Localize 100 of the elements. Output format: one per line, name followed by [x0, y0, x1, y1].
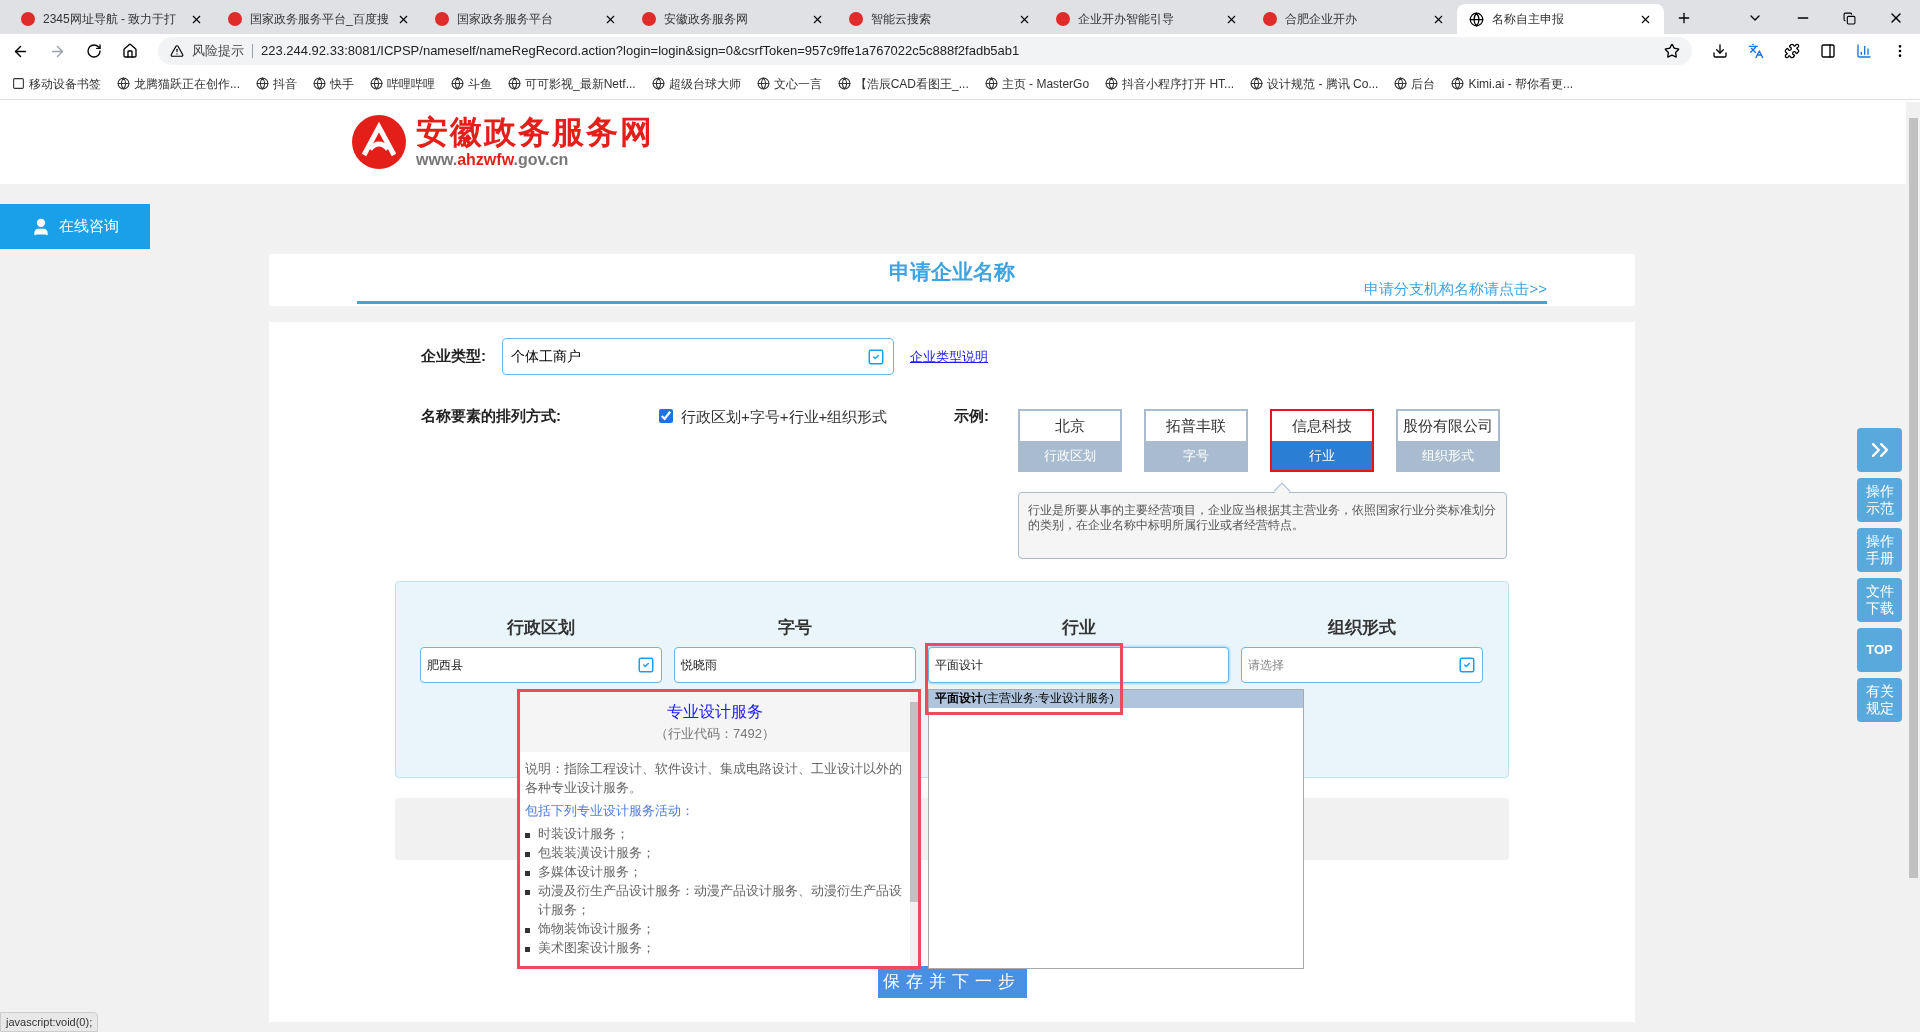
- scrollbar[interactable]: [910, 692, 918, 966]
- bookmark-item[interactable]: 后台: [1394, 74, 1436, 93]
- name-part-field[interactable]: 悦晓雨: [674, 646, 916, 683]
- picker-icon[interactable]: [1458, 655, 1476, 674]
- tooltip: 行业是所要从事的主要经营项目，企业应当根据其主营业务，依照国家行业分类标准划分的类别，在企业名称中标明所属行业或者经营特点。: [1018, 492, 1507, 559]
- device-icon: [12, 77, 25, 90]
- browser-tab[interactable]: 合肥企业开办: [1250, 4, 1457, 34]
- globe-icon: [1451, 77, 1465, 90]
- bookmark-item[interactable]: 移动设备书签: [12, 74, 101, 93]
- page-title: 申请企业名称: [889, 259, 1015, 285]
- bookmark-item[interactable]: 哔哩哔哩: [370, 74, 435, 93]
- site-icon: [227, 11, 242, 27]
- arrangement-checkbox[interactable]: [659, 409, 673, 423]
- tab-title: 国家政务服务平台_百度搜: [250, 11, 389, 28]
- tab-title: 智能云搜索: [871, 11, 932, 28]
- site-icon: [434, 11, 449, 27]
- bookmark-item[interactable]: 抖音小程序打开 HT...: [1105, 74, 1235, 93]
- bookmark-item[interactable]: 龙腾猫跃正在创作...: [117, 74, 240, 93]
- reload-icon[interactable]: [86, 43, 102, 59]
- bookmark-item[interactable]: 超级台球大师: [651, 74, 741, 93]
- browser-tab[interactable]: 智能云搜索: [836, 4, 1043, 34]
- bookmark-item[interactable]: 主页 - MasterGo: [984, 74, 1090, 93]
- bookmark-item[interactable]: 可可影视_最新Netf...: [508, 74, 636, 93]
- site-icon: [1262, 11, 1277, 27]
- suggestion-item[interactable]: 平面设计(主营业务:专业设计服务): [929, 690, 1303, 708]
- industry-activity: 包装装潢设计服务；: [538, 844, 655, 862]
- globe-icon: [1394, 77, 1408, 90]
- logo-icon: [350, 113, 408, 171]
- globe-icon: [837, 77, 851, 90]
- industry-activity: 美术图案设计服务；: [538, 939, 655, 957]
- browser-tab[interactable]: 企业开办智能引导: [1043, 4, 1250, 34]
- site-icon: [20, 11, 35, 27]
- column-heading: 行业: [1061, 617, 1096, 639]
- globe-icon: [313, 77, 326, 90]
- tab-title: 安徽政务服务网: [664, 11, 749, 28]
- tab-title: 2345网址导航 - 致力于打: [43, 11, 178, 28]
- industry-title: 专业设计服务: [667, 702, 763, 722]
- includes-heading: 包括下列专业设计服务活动：: [525, 802, 695, 820]
- globe-icon: [117, 77, 130, 90]
- site-domain: www.ahzwfw.gov.cn: [416, 152, 570, 168]
- browser-tab[interactable]: 2345网址导航 - 致力于打: [8, 4, 215, 34]
- globe-icon: [256, 77, 269, 90]
- address-field[interactable]: 风险提示 223.244.92.33:8081/ICPSP/nameself/nameRegRecord.action?login=login&sign=0&csrfToken=957c9ffe1a767022c5c888f2fadb5ab1: [158, 37, 1692, 65]
- site-icon: [641, 11, 656, 27]
- chart-icon[interactable]: [1856, 43, 1872, 59]
- globe-icon: [370, 77, 383, 90]
- picker-icon[interactable]: [867, 347, 885, 366]
- browser-tab[interactable]: 国家政务服务平台_百度搜: [215, 4, 422, 34]
- name-part-field[interactable]: 请选择: [1241, 646, 1483, 683]
- bookmark-item[interactable]: 文心一言: [756, 74, 822, 93]
- url-text: 223.244.92.33:8081/ICPSP/nameself/nameRegRecord.action?login=login&sign=0&csrfToken=957c9ffe1a767022c5c888f2fadb5ab1: [261, 42, 1020, 61]
- bullet-icon: [525, 832, 530, 838]
- tab-title: 合肥企业开办: [1285, 11, 1358, 28]
- site-icon: [1055, 11, 1070, 27]
- globe-icon: [651, 77, 665, 90]
- help-link[interactable]: 企业类型说明: [910, 346, 988, 367]
- industry-activity: 多媒体设计服务；: [538, 863, 642, 881]
- person-icon: [31, 216, 51, 237]
- bookmark-item[interactable]: 斗鱼: [451, 74, 492, 93]
- enterprise-type-field[interactable]: 个体工商户: [502, 338, 894, 375]
- security-warning: 风险提示: [192, 42, 244, 61]
- bookmark-item[interactable]: 设计规范 - 腾讯 Co...: [1250, 74, 1379, 93]
- new-tab-icon[interactable]: [1676, 10, 1692, 26]
- bookmark-item[interactable]: 快手: [313, 74, 354, 93]
- browser-tab[interactable]: 名称自主申报: [1457, 4, 1664, 34]
- picker-icon[interactable]: [637, 655, 655, 674]
- industry-activity: 时装设计服务；: [538, 825, 629, 843]
- column-heading: 组织形式: [1328, 617, 1396, 639]
- bookmark-item[interactable]: Kimi.ai - 帮你看更...: [1451, 74, 1574, 93]
- industry-activity: 动漫及衍生产品设计服务：动漫产品设计服务、动漫衍生产品设计服务；: [538, 882, 903, 919]
- extensions-icon[interactable]: [1784, 43, 1800, 59]
- example-part: 行政区划: [1020, 441, 1120, 470]
- globe-icon: [508, 77, 521, 90]
- browser-tab[interactable]: 国家政务服务平台: [422, 4, 629, 34]
- example-label: 示例:: [954, 406, 990, 426]
- translate-icon[interactable]: [1748, 43, 1764, 59]
- example-part: 组织形式: [1398, 441, 1498, 470]
- tab-title: 国家政务服务平台: [457, 11, 554, 28]
- home-icon[interactable]: [122, 43, 138, 59]
- bookmark-item[interactable]: 【浩辰CAD看图王_...: [837, 74, 969, 93]
- field-label: 企业类型:: [421, 346, 486, 367]
- example-part: 行业: [1272, 441, 1372, 470]
- globe-icon: [451, 77, 464, 90]
- site-title: 安徽政务服务网: [416, 116, 654, 148]
- column-heading: 字号: [778, 617, 812, 639]
- name-part-field[interactable]: 平面设计: [928, 646, 1229, 683]
- restore-icon[interactable]: [1843, 12, 1856, 25]
- name-part-field[interactable]: 肥西县: [420, 646, 662, 683]
- bookmark-item[interactable]: 抖音: [256, 74, 297, 93]
- side-panel-icon[interactable]: [1820, 43, 1836, 59]
- warning-icon: [170, 44, 184, 58]
- browser-tab[interactable]: 安徽政务服务网: [629, 4, 836, 34]
- bookmark-star-icon[interactable]: [1664, 43, 1680, 59]
- bullet-icon: [525, 870, 530, 876]
- status-bar: javascript:void(0);: [0, 1012, 99, 1032]
- download-icon[interactable]: [1712, 43, 1728, 59]
- bullet-icon: [525, 851, 530, 857]
- tab-title: 名称自主申报: [1492, 11, 1565, 28]
- tab-title: 企业开办智能引导: [1078, 11, 1175, 28]
- bullet-icon: [525, 889, 530, 895]
